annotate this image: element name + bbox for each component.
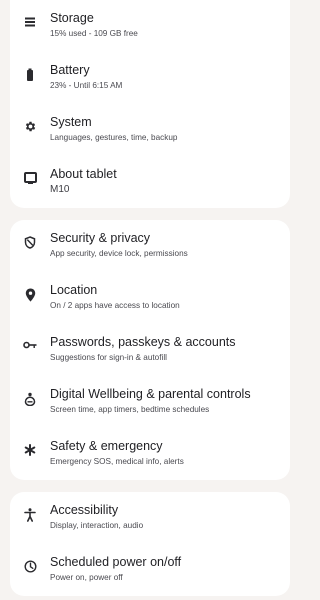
accessibility-subtitle: Display, interaction, audio [50, 521, 144, 530]
storage-title: Storage [50, 11, 94, 25]
settings-item-security-privacy[interactable]: Security & privacy App security, device … [10, 220, 290, 272]
settings-page: Storage 15% used - 109 GB free Battery 2… [0, 0, 295, 596]
battery-subtitle: 23% - Until 6:15 AM [50, 81, 123, 90]
passwords-subtitle: Suggestions for sign-in & autofill [50, 353, 167, 362]
accessibility-title: Accessibility [50, 503, 119, 517]
storage-subtitle: 15% used - 109 GB free [50, 29, 138, 38]
security-title: Security & privacy [50, 231, 151, 245]
settings-item-system[interactable]: System Languages, gestures, time, backup [10, 104, 290, 156]
about-tablet-title: About tablet [50, 167, 117, 181]
settings-group-accessibility: Accessibility Display, interaction, audi… [10, 492, 290, 596]
settings-item-storage[interactable]: Storage 15% used - 109 GB free [10, 0, 290, 52]
settings-group-privacy: Security & privacy App security, device … [10, 220, 290, 480]
settings-item-safety-emergency[interactable]: Safety & emergency Emergency SOS, medica… [10, 428, 290, 480]
key-icon [10, 335, 50, 350]
settings-item-scheduled-power[interactable]: Scheduled power on/off Power on, power o… [10, 544, 290, 596]
battery-title: Battery [50, 63, 90, 77]
settings-item-accessibility[interactable]: Accessibility Display, interaction, audi… [10, 492, 290, 544]
settings-item-battery[interactable]: Battery 23% - Until 6:15 AM [10, 52, 290, 104]
location-title: Location [50, 283, 98, 297]
location-subtitle: On / 2 apps have access to location [50, 301, 180, 310]
tablet-icon [10, 167, 50, 184]
scheduled-power-title: Scheduled power on/off [50, 555, 182, 569]
accessibility-icon [10, 503, 50, 522]
settings-group-device: Storage 15% used - 109 GB free Battery 2… [10, 0, 290, 208]
storage-icon [10, 11, 50, 28]
location-pin-icon [10, 283, 50, 302]
settings-item-digital-wellbeing[interactable]: Digital Wellbeing & parental controls Sc… [10, 376, 290, 428]
digital-wellbeing-title: Digital Wellbeing & parental controls [50, 387, 251, 401]
settings-item-location[interactable]: Location On / 2 apps have access to loca… [10, 272, 290, 324]
passwords-title: Passwords, passkeys & accounts [50, 335, 236, 349]
digital-wellbeing-subtitle: Screen time, app timers, bedtime schedul… [50, 405, 210, 414]
scheduled-power-subtitle: Power on, power off [50, 573, 123, 582]
safety-subtitle: Emergency SOS, medical info, alerts [50, 457, 184, 466]
settings-item-passwords-accounts[interactable]: Passwords, passkeys & accounts Suggestio… [10, 324, 290, 376]
about-tablet-subtitle: M10 [50, 184, 70, 195]
battery-icon [10, 63, 50, 82]
system-title: System [50, 115, 92, 129]
security-subtitle: App security, device lock, permissions [50, 249, 188, 258]
security-shield-icon [10, 231, 50, 249]
digital-wellbeing-icon [10, 387, 50, 406]
safety-title: Safety & emergency [50, 439, 163, 453]
settings-item-about-tablet[interactable]: About tablet M10 [10, 156, 290, 208]
power-schedule-icon [10, 555, 50, 573]
system-subtitle: Languages, gestures, time, backup [50, 133, 178, 142]
emergency-asterisk-icon [10, 439, 50, 456]
system-gear-icon [10, 115, 50, 133]
